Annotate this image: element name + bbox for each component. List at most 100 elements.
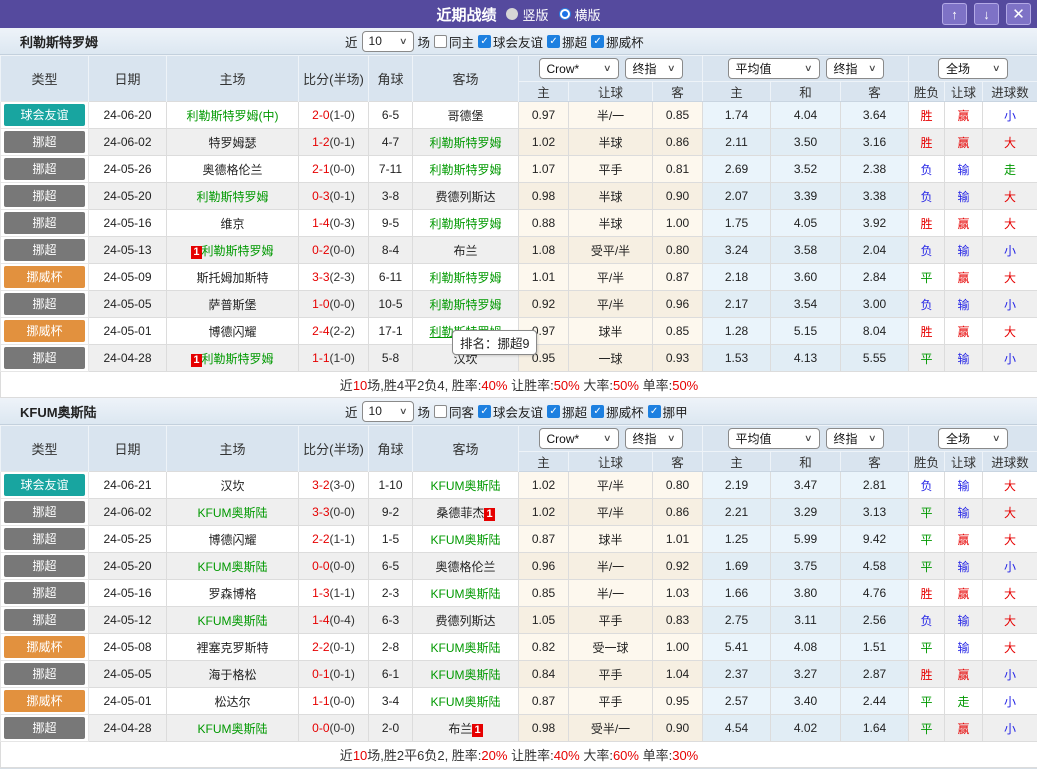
home-team-link[interactable]: 博德闪耀	[208, 325, 256, 339]
odds-company-select[interactable]: Crow*∨	[539, 58, 619, 79]
home-team-cell: 海于格松	[167, 661, 299, 688]
match-type-badge: 挪超	[4, 663, 85, 685]
scope-select[interactable]: 全场∨	[938, 58, 1008, 79]
avg-away: 3.64	[841, 102, 909, 129]
avg-home: 1.74	[703, 102, 771, 129]
home-team-link[interactable]: 奥德格伦兰	[202, 163, 262, 177]
radio-vertical-layout[interactable]: 竖版	[506, 5, 548, 24]
league-filter-checkbox[interactable]: ✓挪威杯	[591, 32, 644, 51]
match-date: 24-06-20	[89, 102, 167, 129]
chevron-down-icon: ∨	[603, 433, 612, 444]
recent-games-select[interactable]: 10∨	[362, 401, 414, 422]
home-team-link[interactable]: 海于格松	[208, 668, 256, 682]
half-score: (1-1)	[330, 532, 355, 546]
league-filter-checkbox[interactable]: ✓挪甲	[648, 402, 688, 421]
away-team-link[interactable]: KFUM奥斯陆	[431, 641, 501, 655]
away-team-link[interactable]: 布兰	[448, 722, 472, 736]
league-filter-checkbox[interactable]: ✓球会友谊	[478, 402, 543, 421]
radio-horizontal-layout[interactable]: 横版	[559, 5, 601, 24]
home-team-cell: KFUM奥斯陆	[167, 607, 299, 634]
home-team-cell: KFUM奥斯陆	[167, 499, 299, 526]
odds-index-select[interactable]: 终指∨	[625, 58, 683, 79]
home-team-link[interactable]: KFUM奥斯陆	[198, 506, 268, 520]
result-wdl: 平	[909, 688, 945, 715]
away-team-link[interactable]: KFUM奥斯陆	[431, 668, 501, 682]
move-down-button[interactable]: ↓	[974, 3, 999, 25]
full-score: 0-0	[312, 559, 329, 573]
full-score: 2-1	[312, 162, 329, 176]
home-team-link[interactable]: 特罗姆瑟	[208, 136, 256, 150]
home-team-link[interactable]: 斯托姆加斯特	[196, 271, 268, 285]
avg-select[interactable]: 平均值∨	[728, 58, 820, 79]
odds-index-select[interactable]: 终指∨	[625, 428, 683, 449]
home-team-link[interactable]: 利勒斯特罗姆	[196, 190, 268, 204]
home-team-link[interactable]: KFUM奥斯陆	[198, 722, 268, 736]
away-team-link[interactable]: 利勒斯特罗姆	[429, 136, 501, 150]
away-team-cell: 利勒斯特罗姆	[413, 264, 519, 291]
match-type-badge: 球会友谊	[4, 104, 85, 126]
away-team-link[interactable]: 利勒斯特罗姆	[429, 298, 501, 312]
home-team-link[interactable]: 萨普斯堡	[208, 298, 256, 312]
away-team-link[interactable]: 奥德格伦兰	[435, 560, 495, 574]
chevron-down-icon: ∨	[868, 433, 877, 444]
avg-home: 4.54	[703, 715, 771, 742]
home-team-link[interactable]: 松达尔	[214, 695, 250, 709]
away-team-link[interactable]: KFUM奥斯陆	[431, 587, 501, 601]
half-score: (0-0)	[330, 505, 355, 519]
result-handicap: 输	[945, 345, 983, 372]
checkbox-icon: ✓	[547, 35, 560, 48]
odds-away: 0.80	[653, 237, 703, 264]
col-header-avg-h: 主	[703, 82, 771, 102]
odds-company-select[interactable]: Crow*∨	[539, 428, 619, 449]
home-team-link[interactable]: 维京	[220, 217, 244, 231]
away-team-link[interactable]: 布兰	[453, 244, 477, 258]
half-score: (0-0)	[330, 243, 355, 257]
same-venue-checkbox[interactable]: 同主	[434, 32, 474, 51]
match-type-badge: 挪威杯	[4, 636, 85, 658]
away-team-link[interactable]: KFUM奥斯陆	[431, 479, 501, 493]
home-team-link[interactable]: KFUM奥斯陆	[198, 614, 268, 628]
avg-index-select[interactable]: 终指∨	[826, 58, 884, 79]
close-button[interactable]: ✕	[1006, 3, 1031, 25]
league-filter-checkbox[interactable]: ✓挪超	[547, 32, 587, 51]
team-name: 利勒斯特罗姆	[20, 32, 98, 51]
odds-away: 0.80	[653, 472, 703, 499]
home-team-link[interactable]: KFUM奥斯陆	[198, 560, 268, 574]
away-team-link[interactable]: 利勒斯特罗姆	[429, 271, 501, 285]
move-up-button[interactable]: ↑	[942, 3, 967, 25]
away-team-link[interactable]: 利勒斯特罗姆	[429, 217, 501, 231]
league-filter-checkbox[interactable]: ✓挪超	[547, 402, 587, 421]
avg-away: 3.00	[841, 291, 909, 318]
away-team-link[interactable]: 桑德菲杰	[436, 506, 484, 520]
score-cell: 0-2(0-0)	[299, 237, 369, 264]
away-team-link[interactable]: 费德列斯达	[435, 614, 495, 628]
full-score: 3-2	[312, 478, 329, 492]
chevron-down-icon: ∨	[804, 433, 813, 444]
avg-draw: 3.54	[771, 291, 841, 318]
away-team-link[interactable]: 哥德堡	[447, 109, 483, 123]
league-filter-checkbox[interactable]: ✓球会友谊	[478, 32, 543, 51]
away-team-link[interactable]: 利勒斯特罗姆	[429, 163, 501, 177]
home-team-link[interactable]: 利勒斯特罗姆	[202, 244, 274, 258]
away-team-link[interactable]: KFUM奥斯陆	[431, 533, 501, 547]
home-team-link[interactable]: 汉坎	[220, 479, 244, 493]
avg-index-select[interactable]: 终指∨	[826, 428, 884, 449]
avg-select[interactable]: 平均值∨	[728, 428, 820, 449]
avg-draw: 3.40	[771, 688, 841, 715]
recent-games-select[interactable]: 10∨	[362, 31, 414, 52]
home-team-link[interactable]: 罗森博格	[208, 587, 256, 601]
corners-cell: 6-3	[369, 607, 413, 634]
home-team-link[interactable]: 利勒斯特罗姆	[202, 352, 274, 366]
away-team-link[interactable]: 费德列斯达	[435, 190, 495, 204]
home-team-link[interactable]: 博德闪耀	[208, 533, 256, 547]
ranking-tooltip: 排名：挪超9	[452, 330, 537, 355]
home-team-link[interactable]: 利勒斯特罗姆(中)	[187, 109, 279, 123]
home-team-link[interactable]: 裡塞克罗斯特	[196, 641, 268, 655]
match-date: 24-05-16	[89, 580, 167, 607]
odds-away: 0.95	[653, 688, 703, 715]
scope-select[interactable]: 全场∨	[938, 428, 1008, 449]
odds-away: 0.85	[653, 102, 703, 129]
away-team-link[interactable]: KFUM奥斯陆	[431, 695, 501, 709]
same-venue-checkbox[interactable]: 同客	[434, 402, 474, 421]
league-filter-checkbox[interactable]: ✓挪威杯	[591, 402, 644, 421]
